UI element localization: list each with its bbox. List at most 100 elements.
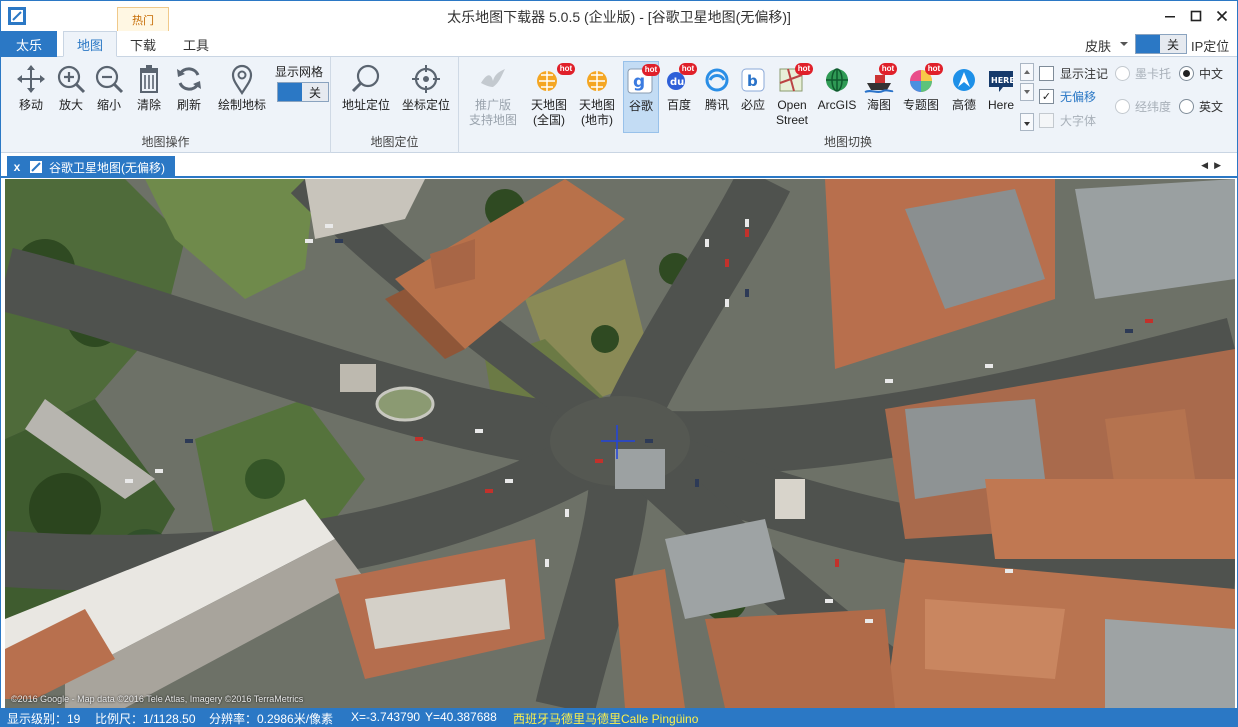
tab-download[interactable]: 下载 (119, 31, 167, 57)
coordinate-locate-button[interactable]: 坐标定位 (399, 63, 453, 113)
address-locate-button[interactable]: 地址定位 (339, 63, 393, 113)
map-source-arcgis[interactable]: ArcGIS (817, 63, 857, 113)
source-label-line1: Here (987, 98, 1014, 112)
map-source-baidu[interactable]: du hot 百度 (661, 63, 697, 113)
window-title: 太乐地图下载器 5.0.5 (企业版) - [谷歌卫星地图(无偏移)] (447, 9, 791, 25)
map-viewport[interactable]: ©2016 Google - Map data ©2016 Tele Atlas… (5, 179, 1235, 708)
map-source-here[interactable]: HERE Here (983, 63, 1019, 113)
zoom-out-label: 缩小 (96, 98, 121, 112)
lonlat-radio[interactable]: 经纬度 (1115, 98, 1171, 115)
draw-landmark-button[interactable]: 绘制地标 (213, 63, 271, 113)
tab-map[interactable]: 地图 (63, 31, 117, 57)
refresh-button[interactable]: 刷新 (171, 63, 207, 113)
move-label: 移动 (18, 98, 43, 112)
zoom-in-label: 放大 (58, 98, 83, 112)
expand-icon (1024, 122, 1030, 126)
map-tab-icon (30, 161, 42, 173)
map-source-thematic[interactable]: hot 专题图 (899, 63, 943, 113)
chevron-down-icon (1024, 90, 1030, 94)
lonlat-label: 经纬度 (1135, 100, 1172, 114)
checkbox-box: ✓ (1039, 89, 1054, 104)
gaode-icon (953, 69, 975, 91)
bird-icon (481, 69, 505, 87)
draw-landmark-label: 绘制地标 (217, 98, 266, 112)
show-annotation-checkbox[interactable]: 显示注记 (1039, 65, 1108, 82)
maximize-button[interactable] (1183, 5, 1209, 27)
tab-tools[interactable]: 工具 (171, 31, 221, 57)
close-button[interactable] (1209, 5, 1235, 27)
clear-button[interactable]: 清除 (131, 63, 167, 113)
source-label-line1: Open (777, 98, 807, 112)
english-radio[interactable]: 英文 (1179, 98, 1223, 115)
close-tab-button[interactable]: x (9, 160, 25, 174)
zoom-in-button[interactable]: 放大 (53, 63, 89, 113)
chevron-down-icon[interactable] (1120, 42, 1128, 46)
map-source-bing[interactable]: b 必应 (735, 63, 771, 113)
grid-toggle[interactable]: 关 (277, 82, 329, 102)
toggle-off-label: 关 (302, 83, 328, 101)
radio-dot (1115, 66, 1130, 81)
move-button[interactable]: 移动 (13, 63, 49, 113)
hot-label: hot (925, 63, 943, 75)
map-source-tianditu-city[interactable]: 天地图 (地市) (575, 63, 619, 128)
source-label-line1: 高德 (951, 98, 976, 112)
ip-locate-button[interactable]: IP定位 (1191, 36, 1229, 55)
large-font-checkbox[interactable]: 大字体 (1039, 112, 1096, 129)
clear-label: 清除 (136, 98, 161, 112)
hot-label: hot (879, 63, 897, 75)
map-source-tencent[interactable]: 腾讯 (699, 63, 735, 113)
tianditu-icon (587, 71, 607, 91)
svg-text:du: du (670, 77, 684, 88)
checkbox-box (1039, 113, 1054, 128)
group-map-locate: 地址定位 坐标定位 地图定位 (331, 57, 459, 153)
english-label: 英文 (1199, 100, 1224, 114)
refresh-label: 刷新 (176, 98, 201, 112)
tab-download-label: 下载 (129, 37, 156, 53)
source-label-line2: Street (775, 113, 808, 127)
source-label-line1: 海图 (866, 98, 891, 112)
tab-next-button[interactable]: ▶ (1214, 160, 1227, 170)
show-annotation-label: 显示注记 (1060, 67, 1109, 81)
source-label-line1: 谷歌 (628, 99, 653, 113)
radio-dot (1179, 66, 1194, 81)
gallery-scroll-down[interactable] (1020, 83, 1034, 101)
skin-toggle[interactable]: 关 (1135, 34, 1187, 54)
search-icon (351, 64, 380, 93)
toggle-on-segment (278, 83, 304, 101)
source-label-line1: 必应 (740, 98, 765, 112)
status-scale: 比例尺：1/1128.50 (95, 712, 196, 726)
gallery-expand[interactable] (1020, 113, 1034, 131)
no-offset-checkbox[interactable]: ✓ 无偏移 (1039, 88, 1096, 105)
map-pin-icon (231, 64, 253, 95)
map-copyright: ©2016 Google - Map data ©2016 Tele Atlas… (11, 694, 304, 704)
skin-menu[interactable]: 皮肤 (1085, 36, 1111, 55)
mercator-radio[interactable]: 墨卡托 (1115, 65, 1171, 82)
large-font-label: 大字体 (1060, 114, 1097, 128)
map-source-nautical[interactable]: hot 海图 (861, 63, 897, 113)
zoom-out-button[interactable]: 缩小 (91, 63, 127, 113)
group-label-map-locate: 地图定位 (370, 135, 419, 149)
minimize-button[interactable] (1157, 5, 1183, 27)
document-tab-title: 谷歌卫星地图(无偏移) (49, 160, 165, 175)
map-source-openstreet[interactable]: hot Open Street (771, 63, 813, 128)
maximize-icon (1190, 10, 1202, 22)
map-source-gaode[interactable]: 高德 (947, 63, 981, 113)
map-source-promo[interactable]: 推广版 支持地图 (467, 63, 519, 128)
svg-text:HERE: HERE (991, 76, 1015, 85)
bing-icon: b (741, 68, 765, 92)
map-source-google[interactable]: g hot 谷歌 (623, 61, 660, 133)
app-menu-tab[interactable]: 太乐 (1, 31, 57, 57)
source-label-line1: ArcGIS (817, 98, 857, 112)
tab-nav-arrows: ◀▶ (1201, 160, 1227, 171)
hot-badge: 热门 (117, 7, 169, 31)
tencent-icon (705, 68, 729, 92)
tab-prev-button[interactable]: ◀ (1201, 160, 1214, 170)
toggle-on-segment (1136, 35, 1162, 53)
hot-label: hot (795, 63, 813, 75)
chinese-radio[interactable]: 中文 (1179, 65, 1223, 82)
source-label-line2: (全国) (533, 113, 565, 127)
gallery-scroll-up[interactable] (1020, 63, 1034, 81)
document-tab[interactable]: x 谷歌卫星地图(无偏移) (7, 156, 175, 178)
show-grid-label: 显示网格 (275, 65, 324, 79)
map-source-tianditu-national[interactable]: hot 天地图 (全国) (527, 63, 575, 128)
